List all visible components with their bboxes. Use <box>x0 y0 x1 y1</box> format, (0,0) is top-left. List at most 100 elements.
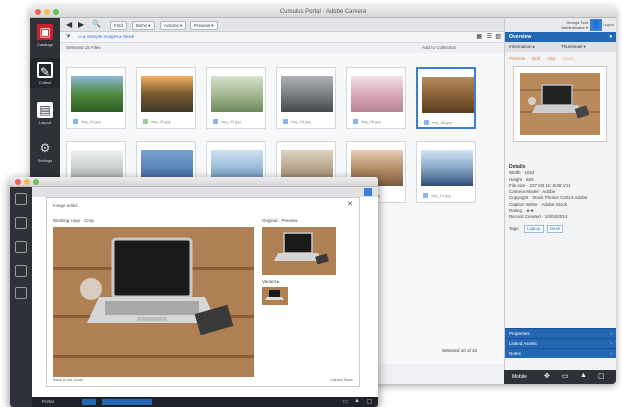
dialog-title: Image editor <box>53 203 79 208</box>
asset-thumbnail[interactable]: img_05.jpg <box>346 67 406 129</box>
preview-tabs: Preview Edit Use Share <box>509 56 581 61</box>
selection-summary: Selected 15 Files <box>66 45 101 50</box>
logout-link[interactable]: Logout <box>603 23 614 27</box>
asset-thumbnail[interactable]: img_04.jpg <box>276 67 336 129</box>
bottom-button[interactable] <box>82 399 96 405</box>
puzzle-icon[interactable] <box>15 287 27 299</box>
user-role: Administrator ▾ <box>561 25 588 30</box>
asset-thumbnail[interactable]: img_02.jpg <box>136 67 196 129</box>
thumbnail-image <box>422 77 474 113</box>
asset-thumbnail[interactable]: img_06.jpg <box>416 67 476 129</box>
actions-menu-button[interactable]: Actions ▾ <box>160 21 187 30</box>
tag-chip[interactable]: Desk <box>546 224 564 233</box>
mobile-label[interactable]: Mobile <box>512 374 527 380</box>
nav-catalogs[interactable]: ▣ Catalogs <box>30 20 60 50</box>
preview-menu-button[interactable]: Preview ▾ <box>190 21 218 30</box>
user-bar: George Test Administrator ▾ 👤 Logout <box>505 18 616 32</box>
find-button[interactable]: Find <box>110 21 127 30</box>
label-color-icon <box>143 119 148 124</box>
user-info[interactable]: George Test Administrator ▾ <box>561 20 588 30</box>
editor-sidebar <box>10 187 32 407</box>
layout-icon[interactable] <box>15 241 27 253</box>
editor-window-controls <box>15 179 39 185</box>
selection-count: Selected 10 of 15 <box>442 348 478 353</box>
close-window-button[interactable] <box>15 179 21 185</box>
warning-icon[interactable]: ▲ <box>354 398 360 404</box>
catalog-icon[interactable] <box>15 193 27 205</box>
accordion-linked-assets[interactable]: Linked Assets › <box>505 338 616 348</box>
window-icon[interactable]: ▢ <box>366 398 372 405</box>
bottom-toolbar: Mobile ✥ ▭ ▲ ▢ <box>504 370 616 384</box>
add-to-collection-link[interactable]: Add to Collection <box>422 45 456 50</box>
accordion-label: Linked Assets <box>509 341 537 346</box>
label-color-icon <box>73 119 78 124</box>
tab-thumbnail[interactable]: Thumbnail ▾ <box>561 44 586 50</box>
details-section: Details Width · 1024 Height · 683 File s… <box>509 164 587 233</box>
gear-icon: ⚙ <box>39 141 51 155</box>
thumbnail-image <box>71 76 123 112</box>
breadcrumb-bar: ⧩ ▭ ▸ Sample Images ▸ Stock ▦ ☰ ▥ <box>60 32 504 43</box>
minimize-window-button[interactable] <box>44 9 50 15</box>
tab-edit[interactable]: Edit <box>532 56 540 61</box>
zoom-window-button[interactable] <box>53 9 59 15</box>
asset-thumbnail[interactable]: img_01.jpg <box>66 67 126 129</box>
thumbnail-name: img_01.jpg <box>81 119 101 124</box>
monitor-icon[interactable]: ▭ <box>562 372 569 380</box>
thumbnail-image <box>421 150 473 186</box>
move-icon[interactable]: ✥ <box>544 372 550 380</box>
editor-toolbar <box>32 187 378 197</box>
zoom-window-button[interactable] <box>33 179 39 185</box>
variant-thumbnail[interactable] <box>262 287 288 305</box>
catalog-logo-icon: ▣ <box>37 24 53 40</box>
items-menu-button[interactable]: Items ▾ <box>132 21 155 30</box>
back-arrow-icon[interactable]: ◀ <box>66 20 72 29</box>
nav-layout[interactable]: ▤ Layout <box>30 98 60 128</box>
user-avatar-icon[interactable]: 👤 <box>590 19 602 31</box>
main-edit-image[interactable] <box>53 227 254 377</box>
thumbnail-name: img_12.jpg <box>431 193 451 198</box>
window-icon[interactable]: ▢ <box>598 372 605 380</box>
warning-icon[interactable]: ▲ <box>580 372 587 379</box>
tab-use[interactable]: Use <box>547 56 555 61</box>
tag-chip[interactable]: Laptop <box>523 224 544 233</box>
gear-icon[interactable] <box>15 265 27 277</box>
list-view-icon[interactable]: ☰ <box>487 33 492 40</box>
window-title: Cumulus Portal · Adobe Camera <box>279 9 367 15</box>
filter-icon[interactable]: ⧩ <box>66 34 70 40</box>
user-avatar-icon[interactable] <box>364 188 372 196</box>
thumbnail-name: img_06.jpg <box>432 120 452 125</box>
close-icon[interactable]: ✕ <box>347 200 353 208</box>
minimize-window-button[interactable] <box>24 179 30 185</box>
grid-view-icon[interactable]: ▦ <box>476 33 482 40</box>
tab-share[interactable]: Share <box>563 56 575 61</box>
image-editor-dialog: Image editor ✕ Working copy · Crop Origi… <box>46 197 360 387</box>
editor-titlebar <box>10 177 378 187</box>
detail-record-created: Record Created · 10/04/2014 <box>509 214 568 220</box>
nav-collect[interactable]: ✎ Collect <box>30 58 60 88</box>
bottom-wide-button[interactable] <box>102 399 152 405</box>
asset-thumbnail[interactable]: img_12.jpg <box>416 141 476 203</box>
tab-information[interactable]: Information ▸ <box>509 44 535 50</box>
monitor-icon[interactable]: ▭ <box>342 398 348 405</box>
accordion-notes[interactable]: Notes › <box>505 348 616 358</box>
breadcrumb[interactable]: ▭ ▸ Sample Images ▸ Stock <box>78 34 134 40</box>
asset-thumbnail[interactable]: img_03.jpg <box>206 67 266 129</box>
accordion-properties[interactable]: Properties › <box>505 328 616 338</box>
forward-arrow-icon[interactable]: ▶ <box>78 20 84 29</box>
nav-settings[interactable]: ⚙ Settings <box>30 136 60 166</box>
info-tabs: Information ▸ Thumbnail ▾ <box>505 42 616 52</box>
dialog-footer-right[interactable]: Cancel Save <box>330 377 353 382</box>
preview-image <box>513 66 607 142</box>
thumbnail-name: img_05.jpg <box>361 119 381 124</box>
pencil-edit-icon: ✎ <box>37 62 53 79</box>
label-color-icon <box>424 120 429 125</box>
search-icon[interactable]: 🔍 <box>92 20 101 28</box>
overview-header[interactable]: Overview ▾ <box>505 32 616 42</box>
close-window-button[interactable] <box>35 9 41 15</box>
original-preview-image[interactable] <box>262 227 336 275</box>
dialog-footer-left[interactable]: Back to list Undo <box>53 377 83 382</box>
tab-preview[interactable]: Preview <box>509 56 525 61</box>
accordion-label: Notes <box>509 351 521 356</box>
detail-view-icon[interactable]: ▥ <box>495 33 501 40</box>
edit-icon[interactable] <box>15 217 27 229</box>
